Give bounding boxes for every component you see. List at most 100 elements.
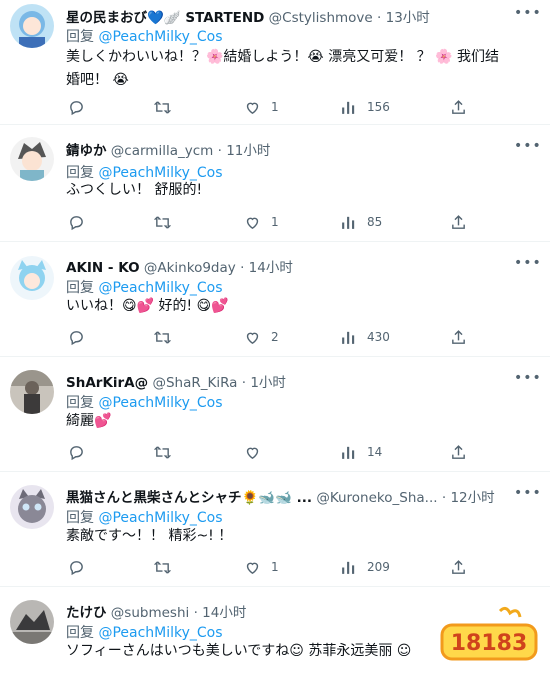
tweet-text: ふつくしい！ 舒服的! — [66, 182, 203, 198]
share-button[interactable] — [450, 441, 467, 463]
like-button[interactable]: 1 — [244, 96, 279, 118]
tweet-item[interactable]: 黒猫さんと黒柴さんとシャチ🌻🐋🐋 ... @Kuroneko_Sha... · … — [0, 472, 550, 587]
tweet-header: 黒猫さんと黒柴さんとシャチ🌻🐋🐋 ... @Kuroneko_Sha... · … — [66, 486, 510, 506]
retweet-button[interactable] — [154, 211, 171, 233]
tweet-text: 美しくかわいいね！？🌸結婚しよう！😭 漂亮又可爱！ ？ 🌸 我们结婚吧！ 😭 — [66, 49, 500, 88]
share-button[interactable] — [450, 326, 467, 348]
reply-prefix: 回复 — [66, 280, 94, 296]
more-options-icon[interactable]: ••• — [514, 486, 541, 508]
mention-link[interactable]: @PeachMilky_Cos — [98, 395, 222, 411]
timestamp[interactable]: 12小时 — [450, 490, 494, 506]
tweet-item[interactable]: ShArKirA@ @ShaR_KiRa · 1小时 ••• 回复 @Peach… — [0, 357, 550, 472]
retweet-icon — [154, 445, 171, 459]
tweet-item[interactable]: AKIN - KO @Akinko9day · 14小时 ••• 回复 @Pea… — [0, 242, 550, 357]
reply-icon — [70, 445, 83, 460]
reply-prefix: 回复 — [66, 395, 94, 411]
separator-dot: · — [193, 605, 198, 621]
user-handle[interactable]: @Kuroneko_Sha... — [316, 490, 437, 506]
tweet-text: ソフィーさんはいつも美しいですね☺ 苏菲永远美丽 ☺ — [66, 643, 412, 659]
heart-icon — [246, 332, 259, 344]
tweet-item[interactable]: 錆ゆか @carmilla_ycm · 11小时 ••• 回复 @PeachMi… — [0, 125, 550, 242]
mention-link[interactable]: @PeachMilky_Cos — [98, 29, 222, 45]
retweet-icon — [154, 100, 171, 114]
user-handle[interactable]: @Cstylishmove — [269, 10, 373, 26]
tweet-header: AKIN - KO @Akinko9day · 14小时 — [66, 256, 510, 276]
more-options-icon[interactable]: ••• — [514, 139, 541, 161]
views-button[interactable]: 156 — [340, 96, 390, 118]
retweet-icon — [154, 330, 171, 344]
user-handle[interactable]: @carmilla_ycm — [111, 143, 214, 159]
display-name[interactable]: 錆ゆか — [66, 143, 107, 159]
more-options-icon[interactable]: ••• — [514, 371, 541, 393]
watermark-text: 18183 — [451, 631, 528, 656]
views-button[interactable]: 85 — [340, 211, 382, 233]
reply-prefix: 回复 — [66, 29, 94, 45]
mention-link[interactable]: @PeachMilky_Cos — [98, 510, 222, 526]
reply-button[interactable] — [68, 441, 85, 463]
reply-button[interactable] — [68, 96, 85, 118]
share-icon — [452, 99, 465, 114]
views-icon — [342, 331, 355, 344]
retweet-button[interactable] — [154, 556, 171, 578]
user-handle[interactable]: @ShaR_KiRa — [152, 375, 237, 391]
retweet-icon — [154, 560, 171, 574]
avatar[interactable] — [10, 600, 54, 644]
retweet-button[interactable] — [154, 96, 171, 118]
share-icon — [452, 444, 465, 459]
views-count: 14 — [367, 445, 383, 459]
display-name[interactable]: たけひ — [66, 605, 107, 621]
mention-link[interactable]: @PeachMilky_Cos — [98, 280, 222, 296]
reply-icon — [70, 560, 83, 575]
views-button[interactable]: 14 — [340, 441, 382, 463]
action-bar: 14 — [62, 441, 482, 463]
reply-context: 回复 @PeachMilky_Cos — [66, 622, 223, 642]
retweet-button[interactable] — [154, 441, 171, 463]
like-button[interactable]: 1 — [244, 556, 279, 578]
share-button[interactable] — [450, 556, 467, 578]
display-name[interactable]: 星の民まおび💙🪽 STARTEND — [66, 10, 264, 26]
avatar[interactable] — [10, 485, 54, 529]
like-button[interactable] — [244, 441, 271, 463]
reply-prefix: 回复 — [66, 625, 94, 641]
share-icon — [452, 329, 465, 344]
avatar[interactable] — [10, 370, 54, 414]
reply-button[interactable] — [68, 326, 85, 348]
more-options-icon[interactable]: ••• — [514, 6, 541, 28]
avatar[interactable] — [10, 256, 54, 300]
avatar[interactable] — [10, 4, 54, 48]
reply-button[interactable] — [68, 556, 85, 578]
more-options-icon[interactable]: ••• — [514, 256, 541, 278]
avatar[interactable] — [10, 137, 54, 181]
share-button[interactable] — [450, 96, 467, 118]
timestamp[interactable]: 14小时 — [249, 260, 293, 276]
display-name[interactable]: ShArKirA@ — [66, 375, 148, 391]
reply-icon — [70, 215, 83, 230]
heart-icon — [246, 217, 259, 229]
separator-dot: · — [441, 490, 447, 506]
display-name[interactable]: 黒猫さんと黒柴さんとシャチ🌻🐋🐋 ... — [66, 490, 312, 506]
reply-button[interactable] — [68, 211, 85, 233]
views-button[interactable]: 430 — [340, 326, 390, 348]
reply-context: 回复 @PeachMilky_Cos — [66, 26, 223, 46]
timestamp[interactable]: 1小时 — [250, 375, 286, 391]
share-icon — [452, 214, 465, 229]
like-button[interactable]: 2 — [244, 326, 279, 348]
tweet-text: 素敵です～！！ 精彩~! ！ — [66, 528, 233, 544]
reply-icon — [70, 330, 83, 345]
display-name[interactable]: AKIN - KO — [66, 260, 140, 276]
separator-dot: · — [241, 375, 247, 391]
timestamp[interactable]: 13小时 — [386, 10, 430, 26]
tweet-text: 綺麗💕 — [66, 413, 112, 429]
like-button[interactable]: 1 — [244, 211, 279, 233]
share-button[interactable] — [450, 211, 467, 233]
user-handle[interactable]: @Akinko9day — [144, 260, 236, 276]
user-handle[interactable]: @submeshi — [111, 605, 189, 621]
views-button[interactable]: 209 — [340, 556, 390, 578]
timestamp[interactable]: 11小时 — [226, 143, 270, 159]
mention-link[interactable]: @PeachMilky_Cos — [98, 625, 222, 641]
share-icon — [452, 559, 465, 574]
tweet-item[interactable]: 星の民まおび💙🪽 STARTEND @Cstylishmove · 13小时 •… — [0, 0, 550, 125]
timestamp[interactable]: 14小时 — [202, 605, 246, 621]
retweet-button[interactable] — [154, 326, 171, 348]
tweet-header: ShArKirA@ @ShaR_KiRa · 1小时 — [66, 371, 510, 391]
